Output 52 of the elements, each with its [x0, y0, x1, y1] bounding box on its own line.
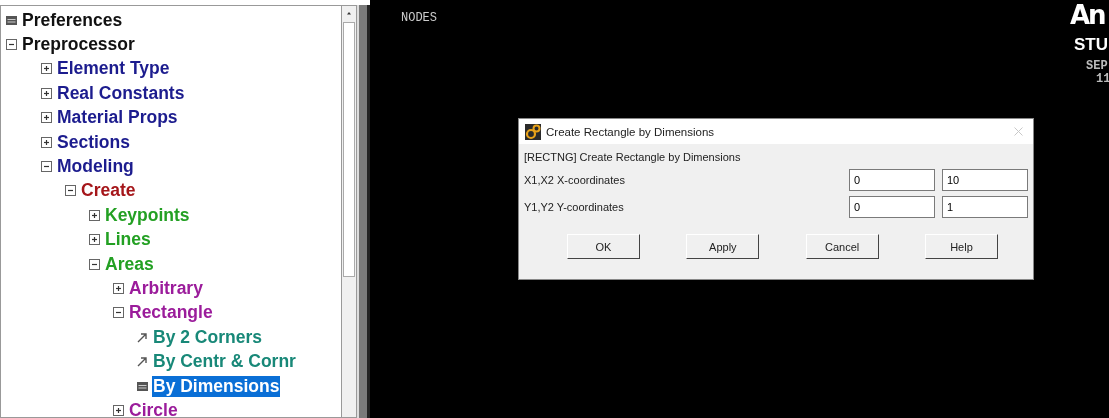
- expand-icon[interactable]: [41, 136, 52, 148]
- tree-item[interactable]: By Centr & Cornr: [152, 351, 297, 373]
- tree-item[interactable]: Modeling: [56, 156, 135, 178]
- gears-icon: [525, 123, 541, 140]
- plot-label: NODES: [401, 11, 437, 25]
- input-field[interactable]: 1: [942, 195, 1028, 218]
- scrollbar-thumb[interactable]: [343, 22, 355, 277]
- collapse-icon[interactable]: [113, 307, 124, 319]
- dialog-heading: [RECTNG] Create Rectangle by Dimensions: [524, 150, 742, 165]
- window-icon: [6, 14, 17, 26]
- input-field[interactable]: 0: [849, 168, 935, 191]
- splitter-bar[interactable]: [357, 5, 370, 418]
- time-text: 11: [1096, 72, 1109, 86]
- tree-item[interactable]: By 2 Corners: [152, 326, 263, 348]
- collapse-icon[interactable]: [65, 185, 76, 197]
- window-icon: [137, 380, 148, 392]
- input-field[interactable]: 0: [849, 195, 935, 218]
- dialog-button[interactable]: OK: [567, 234, 640, 259]
- field-label: Y1,Y2 Y-coordinates: [524, 200, 625, 213]
- scrollbar[interactable]: [341, 5, 357, 418]
- tree-item[interactable]: Material Props: [56, 107, 179, 129]
- tree-item[interactable]: Create: [80, 180, 137, 202]
- arrow-icon: [137, 356, 148, 368]
- expand-icon[interactable]: [89, 209, 100, 221]
- dialog-button[interactable]: Help: [925, 234, 998, 259]
- edition-label: STU: [1074, 35, 1108, 55]
- tree-item[interactable]: Sections: [56, 131, 131, 153]
- dialog-button[interactable]: Apply: [686, 234, 760, 259]
- collapse-icon[interactable]: [41, 161, 52, 173]
- tree-item[interactable]: Preprocessor: [21, 34, 136, 56]
- expand-icon[interactable]: [113, 283, 124, 294]
- expand-icon[interactable]: [113, 404, 124, 416]
- tree-item[interactable]: Circle: [128, 399, 179, 417]
- expand-icon[interactable]: [89, 234, 100, 246]
- collapse-icon[interactable]: [6, 39, 17, 51]
- tree-item[interactable]: Preferences: [21, 9, 124, 31]
- expand-icon[interactable]: [41, 87, 52, 99]
- field-label: X1,X2 X-coordinates: [524, 173, 626, 186]
- expand-icon[interactable]: [41, 112, 52, 124]
- arrow-icon: [137, 331, 148, 343]
- collapse-icon[interactable]: [89, 258, 100, 270]
- dialog-button[interactable]: Cancel: [805, 234, 879, 259]
- tree-item[interactable]: Arbitrary: [128, 278, 204, 299]
- input-field[interactable]: 10: [942, 168, 1028, 191]
- tree-item[interactable]: Element Type: [56, 58, 171, 80]
- tree-item[interactable]: Rectangle: [128, 302, 214, 324]
- tree-item[interactable]: By Dimensions: [152, 375, 281, 397]
- dialog-title: Create Rectangle by Dimensions: [546, 125, 716, 138]
- logo-text: An: [1070, 0, 1105, 30]
- date-text: SEP: [1086, 59, 1108, 73]
- expand-icon[interactable]: [41, 63, 52, 75]
- tree-item[interactable]: Real Constants: [56, 82, 186, 104]
